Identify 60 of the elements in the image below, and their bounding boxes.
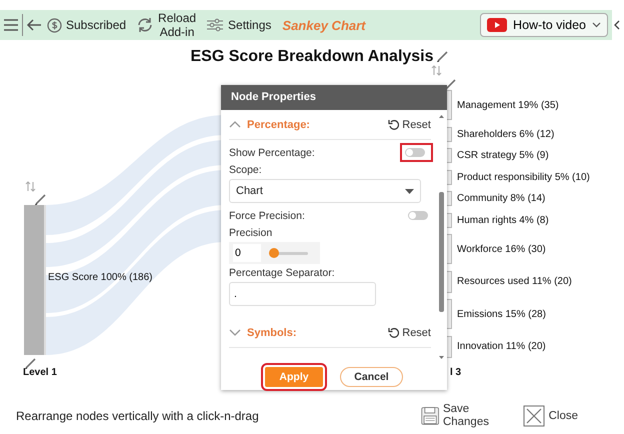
level-label: Level 1 (23, 367, 57, 378)
chart-title: ESG Score Breakdown Analysis (190, 48, 434, 66)
back-arrow-icon[interactable] (26, 18, 42, 32)
play-icon (487, 18, 508, 32)
scroll-up-icon[interactable] (438, 114, 445, 119)
scrollbar[interactable] (438, 114, 445, 360)
close-button[interactable]: Close (522, 405, 578, 427)
how-to-video-button[interactable]: How-to video (480, 13, 608, 37)
reset-button[interactable]: Reset (388, 326, 431, 338)
pencil-icon[interactable] (445, 78, 456, 90)
pencil-icon[interactable] (35, 193, 46, 205)
scroll-down-icon[interactable] (438, 355, 445, 360)
node-label: Workforce 16% (30) (457, 244, 546, 255)
dialog-title: Node Properties (221, 85, 447, 110)
dropdown-arrow-icon (405, 188, 414, 194)
hint-text: Rearrange nodes vertically with a click-n-drag (16, 409, 260, 423)
level-label: l 3 (450, 367, 462, 378)
input-field[interactable]: . (229, 282, 376, 306)
slider-thumb[interactable] (269, 248, 279, 258)
toggle-switch[interactable] (408, 211, 428, 220)
pencil-icon[interactable] (25, 357, 36, 369)
pencil-icon[interactable] (437, 50, 448, 62)
field-label: Force Precision: (229, 210, 305, 222)
sankey-node[interactable] (24, 205, 46, 355)
undo-icon (388, 119, 400, 130)
node-label: Innovation 11% (20) (457, 341, 546, 352)
node-label: Emissions 15% (28) (457, 308, 546, 320)
node-label: ESG Score 100% (186) (48, 272, 152, 283)
node-label: Product responsibility 5% (10) (457, 172, 590, 183)
node-label: Resources used 11% (20) (457, 276, 572, 288)
scope-dropdown[interactable]: Chart (229, 179, 421, 203)
field-label: Show Percentage: (229, 146, 315, 158)
settings-button[interactable]: Settings (201, 18, 276, 32)
field-label: Percentage Separator: (229, 267, 336, 279)
field-label: Scope: (229, 164, 263, 176)
dollar-circle-icon (47, 18, 62, 32)
chevron-down-icon (592, 22, 601, 28)
node-label: Shareholders 6% (12) (457, 128, 554, 140)
menu-icon[interactable] (3, 18, 19, 32)
refresh-icon (136, 17, 154, 33)
node-label: CSR strategy 5% (9) (457, 150, 549, 162)
toggle-switch[interactable] (405, 148, 425, 157)
save-changes-button[interactable]: Save Changes (420, 403, 501, 429)
subscribed-button[interactable]: Subscribed (42, 18, 132, 32)
node-label: Human rights 4% (8) (457, 214, 549, 226)
reset-button[interactable]: Reset (388, 118, 431, 130)
reload-button[interactable]: Reload Add-in (131, 11, 202, 39)
chevron-up-icon[interactable] (229, 120, 241, 129)
close-icon (522, 405, 545, 427)
chevron-left-icon[interactable] (614, 20, 620, 30)
cancel-button[interactable]: Cancel (340, 366, 403, 386)
field-label: Precision (229, 227, 274, 239)
sort-arrows-icon[interactable] (25, 181, 36, 192)
chevron-down-icon[interactable] (229, 328, 241, 337)
undo-icon (388, 327, 400, 338)
sliders-icon (206, 18, 224, 32)
app-name: Sankey Chart (282, 18, 366, 32)
node-label: Community 8% (14) (457, 193, 546, 204)
node-label: Management 19% (35) (457, 100, 559, 110)
number-input[interactable]: 0 (233, 244, 261, 262)
